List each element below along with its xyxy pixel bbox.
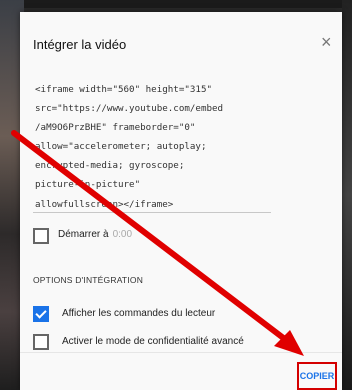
show-controls-checkbox[interactable] bbox=[33, 306, 49, 322]
embed-dialog: Intégrer la vidéo × Démarrer à 0:00 OPTIO… bbox=[20, 12, 342, 390]
privacy-mode-label: Activer le mode de confidentialité avanc… bbox=[62, 336, 244, 347]
start-at-text: Démarrer à bbox=[58, 229, 109, 240]
video-background-right bbox=[342, 0, 352, 390]
copy-button[interactable]: COPIER bbox=[297, 362, 337, 390]
privacy-mode-checkbox[interactable] bbox=[33, 334, 49, 350]
options-section-title: OPTIONS D'INTÉGRATION bbox=[33, 275, 144, 285]
embed-code-underline bbox=[33, 212, 271, 213]
video-background-top bbox=[0, 0, 352, 8]
start-at-checkbox[interactable] bbox=[33, 228, 49, 244]
start-at-time[interactable]: 0:00 bbox=[113, 229, 132, 240]
embed-code-field[interactable] bbox=[33, 78, 277, 215]
show-controls-label: Afficher les commandes du lecteur bbox=[62, 308, 216, 319]
close-icon[interactable]: × bbox=[321, 32, 332, 52]
dialog-title: Intégrer la vidéo bbox=[33, 37, 127, 52]
start-at-label: Démarrer à 0:00 bbox=[58, 229, 132, 240]
footer-divider bbox=[20, 352, 342, 353]
